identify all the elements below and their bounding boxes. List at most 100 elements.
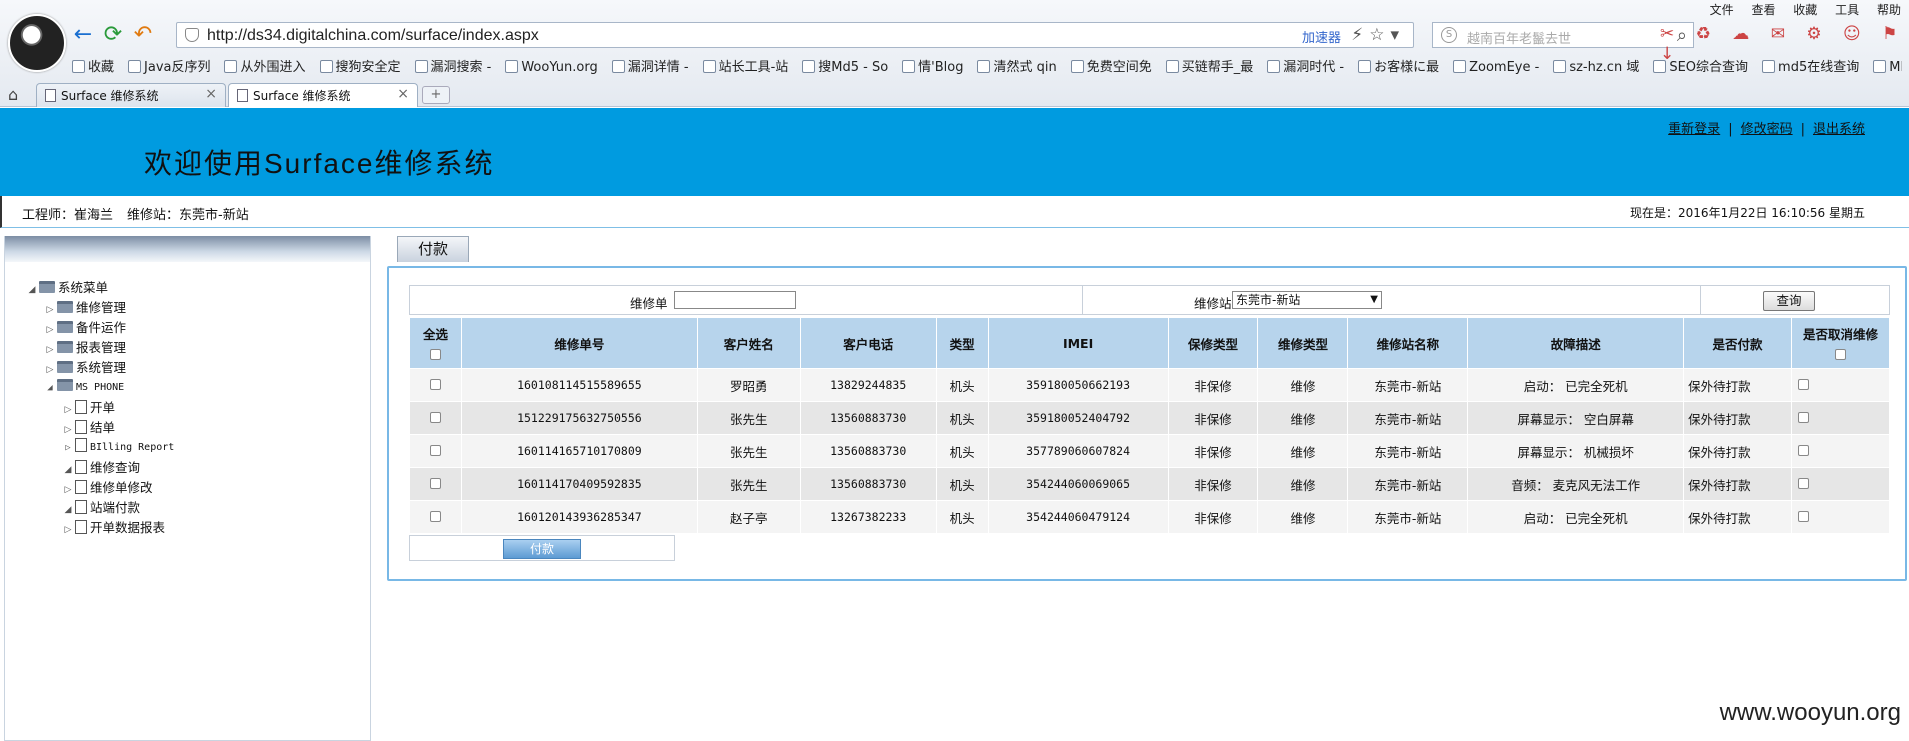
- row-cancel-checkbox[interactable]: [1798, 444, 1810, 456]
- column-header: 是否取消维修: [1791, 317, 1890, 369]
- collapsed-arrow-icon[interactable]: ▷: [61, 520, 75, 540]
- row-select-checkbox[interactable]: [429, 510, 441, 522]
- pay-button[interactable]: 付款: [503, 539, 581, 559]
- menu-help[interactable]: 帮助: [1877, 3, 1901, 17]
- accelerator-link[interactable]: 加速器: [1302, 27, 1341, 46]
- collapsed-arrow-icon[interactable]: ▷: [43, 300, 57, 320]
- bookmark-item[interactable]: 从外围进入: [224, 56, 306, 75]
- page-title: 欢迎使用Surface维修系统: [144, 148, 495, 179]
- bookmark-item[interactable]: md5在线查询: [1762, 56, 1859, 75]
- divider: [1082, 286, 1083, 314]
- tree-node[interactable]: ◢ 维修查询: [25, 458, 174, 478]
- user-avatar[interactable]: [8, 14, 66, 72]
- tree-node[interactable]: ▷ 系统管理: [25, 358, 174, 378]
- bookmark-item[interactable]: 漏洞详情 -: [611, 56, 689, 75]
- tree-node[interactable]: ▷ 备件运作: [25, 318, 174, 338]
- expanded-arrow-icon[interactable]: ◢: [25, 280, 39, 300]
- tab-1[interactable]: Surface 维修系统 ×: [36, 83, 226, 107]
- bookmark-item[interactable]: 买链帮手_最: [1165, 56, 1253, 75]
- collapsed-arrow-icon[interactable]: ▷: [43, 340, 57, 360]
- tree-node[interactable]: ▷ 开单数据报表: [25, 518, 174, 538]
- bookmark-item[interactable]: MD5 SHA-1: [1873, 60, 1902, 75]
- address-bar[interactable]: http://ds34.digitalchina.com/surface/ind…: [176, 22, 1414, 48]
- collapsed-arrow-icon[interactable]: ▷: [43, 320, 57, 340]
- back-icon[interactable]: ←: [70, 22, 96, 48]
- collapsed-arrow-icon[interactable]: ▷: [43, 360, 57, 380]
- home-icon[interactable]: ⌂: [8, 85, 18, 104]
- tree-node[interactable]: ◢ MS PHONE: [25, 378, 174, 398]
- bookmark-item[interactable]: 情'Blog: [902, 56, 963, 75]
- row-cancel-checkbox[interactable]: [1798, 411, 1810, 423]
- tree-node-label: 系统管理: [76, 360, 127, 375]
- row-cancel-checkbox[interactable]: [1798, 378, 1810, 390]
- bookmark-item[interactable]: 漏洞搜索 -: [414, 56, 491, 75]
- tree-node[interactable]: ◢ 系统菜单: [25, 278, 174, 298]
- row-select-checkbox[interactable]: [429, 444, 441, 456]
- menu-view[interactable]: 查看: [1751, 3, 1775, 17]
- logout-link[interactable]: 退出系统: [1813, 122, 1865, 137]
- bookmark-item[interactable]: 搜Md5 - So: [802, 56, 888, 75]
- menu-tools[interactable]: 工具: [1835, 3, 1859, 17]
- undo-icon[interactable]: ↶: [130, 22, 156, 48]
- expanded-arrow-icon[interactable]: ◢: [61, 460, 75, 480]
- expanded-arrow-icon[interactable]: ◢: [61, 500, 75, 520]
- row-cancel-checkbox[interactable]: [1798, 510, 1810, 522]
- station-select[interactable]: 东莞市-新站 ▼: [1232, 291, 1382, 309]
- close-icon[interactable]: ×: [205, 86, 217, 102]
- tree-node[interactable]: ▷ 开单: [25, 398, 174, 418]
- bookmark-item[interactable]: ZoomEye -: [1453, 60, 1539, 75]
- info-bar: 工程师：崔海兰 维修站：东莞市-新站 现在是：2016年1月22日 16:10:5…: [0, 196, 1909, 228]
- bookmark-item[interactable]: 收藏: [72, 56, 114, 75]
- bookmark-item[interactable]: 清然式 qin: [977, 56, 1057, 75]
- menu-favorites[interactable]: 收藏: [1793, 3, 1817, 17]
- table-cell: 13560883730: [799, 401, 937, 435]
- bookmark-item[interactable]: 搜狗安全定: [319, 56, 401, 75]
- tree-node[interactable]: ▷ 维修管理: [25, 298, 174, 318]
- menu-file[interactable]: 文件: [1710, 3, 1734, 17]
- row-cancel-cell: [1791, 401, 1890, 435]
- tab-pay[interactable]: 付款: [397, 236, 469, 262]
- column-header-label: 是否取消维修: [1803, 326, 1879, 342]
- collapsed-arrow-icon[interactable]: ▷: [61, 438, 75, 458]
- bookmark-item[interactable]: 漏洞时代 -: [1267, 56, 1344, 75]
- collapsed-arrow-icon[interactable]: ▷: [61, 420, 75, 440]
- order-input[interactable]: [674, 291, 796, 309]
- bookmark-label: 站长工具-站: [718, 60, 789, 75]
- refresh-icon[interactable]: ⟳: [100, 22, 126, 48]
- relogin-link[interactable]: 重新登录: [1668, 122, 1720, 137]
- collapsed-arrow-icon[interactable]: ▷: [61, 480, 75, 500]
- row-select-checkbox[interactable]: [429, 411, 441, 423]
- bookmark-item[interactable]: お客様に最: [1358, 56, 1439, 75]
- table-cell: 机头: [935, 368, 989, 402]
- query-button[interactable]: 查询: [1763, 291, 1815, 311]
- tree-node[interactable]: ▷ 报表管理: [25, 338, 174, 358]
- row-select-checkbox[interactable]: [429, 378, 441, 390]
- table-cell: 屏幕显示： 机械损坏: [1467, 434, 1685, 468]
- bookmark-icon: [802, 60, 816, 73]
- tree-node[interactable]: ◢ 站端付款: [25, 498, 174, 518]
- select-all-checkbox[interactable]: [429, 348, 441, 360]
- close-icon[interactable]: ×: [397, 86, 409, 102]
- bookmark-item[interactable]: sz-hz.cn 域: [1553, 56, 1639, 75]
- change-password-link[interactable]: 修改密码: [1741, 122, 1793, 137]
- table-cell: 160120143936285347: [460, 500, 698, 534]
- tab-2[interactable]: Surface 维修系统 ×: [228, 83, 418, 107]
- tree-node[interactable]: ▷ BIlling Report: [25, 438, 174, 458]
- bookmark-item[interactable]: 免费空间免: [1070, 56, 1152, 75]
- bookmark-item[interactable]: Java反序列: [128, 56, 210, 75]
- tree-node[interactable]: ▷ 结单: [25, 418, 174, 438]
- bookmark-item[interactable]: WooYun.org: [505, 60, 598, 75]
- row-select-checkbox[interactable]: [429, 477, 441, 489]
- bookmark-item[interactable]: 站长工具-站: [702, 56, 789, 75]
- bookmark-item[interactable]: SEO综合查询: [1653, 56, 1748, 75]
- expanded-arrow-icon[interactable]: ◢: [43, 378, 57, 398]
- search-box[interactable]: S 越南百年老鬣去世 ⌕: [1432, 22, 1694, 48]
- new-tab-button[interactable]: +: [422, 86, 450, 104]
- star-icon[interactable]: ⚡☆▾: [1351, 25, 1405, 45]
- bookmark-label: Java反序列: [144, 60, 211, 75]
- cancel-all-checkbox[interactable]: [1835, 348, 1846, 360]
- row-cancel-checkbox[interactable]: [1798, 477, 1810, 489]
- bookmark-label: WooYun.org: [521, 60, 598, 75]
- tree-node[interactable]: ▷ 维修单修改: [25, 478, 174, 498]
- collapsed-arrow-icon[interactable]: ▷: [61, 400, 75, 420]
